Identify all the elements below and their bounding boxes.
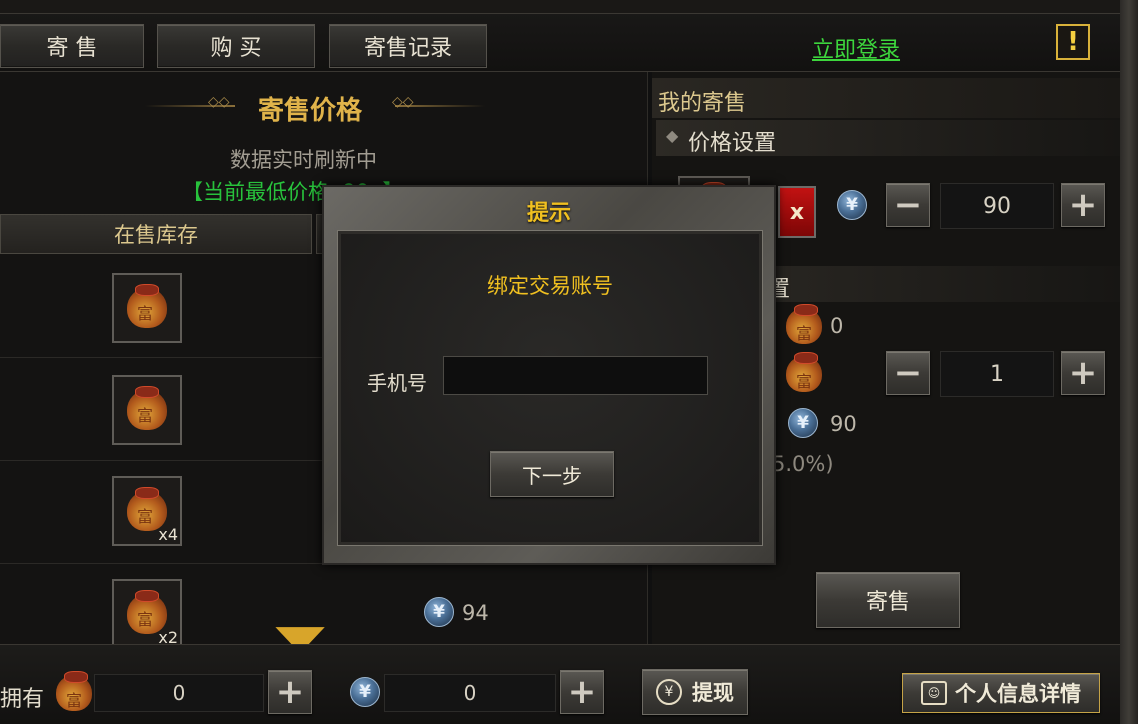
diamond-ornament-left-icon: ◇◇ [208, 94, 230, 110]
withdraw-icon: ¥ [656, 679, 682, 705]
person-card-icon: ☺ [921, 681, 947, 705]
sell-button-label: 寄售 [865, 590, 910, 615]
modal-body: 绑定交易账号 手机号 下一步 [337, 230, 763, 546]
my-sale-header: 我的寄售 [652, 78, 1120, 118]
sell-button[interactable]: 寄售 [816, 572, 960, 628]
top-strip [0, 0, 1138, 14]
price-plus-button[interactable]: + [1061, 183, 1105, 227]
modal-dialog: 提示 绑定交易账号 手机号 下一步 [322, 185, 776, 565]
stock-column-header: 在售库存 [0, 214, 312, 254]
quantity-minus-button[interactable]: − [886, 351, 930, 395]
tab-buy-label: 购 买 [210, 36, 262, 61]
item-quantity: x4 [158, 525, 178, 544]
quantity-plus-button[interactable]: + [1061, 351, 1105, 395]
next-step-label: 下一步 [522, 463, 582, 488]
yuan-coin-icon: ¥ [837, 190, 867, 220]
remove-item-button[interactable]: x [778, 186, 816, 238]
price-input[interactable]: 90 [940, 183, 1054, 229]
refresh-text: 数据实时刷新中 [230, 148, 377, 172]
lucky-bag-icon [127, 386, 167, 430]
coin-balance: 0 [384, 674, 556, 712]
login-link[interactable]: 立即登录 [812, 32, 900, 64]
item-slot [112, 273, 182, 343]
item-slot [112, 375, 182, 445]
fee-text: 5.0%) [772, 452, 834, 476]
diamond-bullet-icon: ◆ [666, 126, 679, 145]
left-panel-title: 寄售价格 [258, 96, 363, 126]
tab-consign[interactable]: 寄 售 [0, 24, 144, 68]
own-label: 拥有 [0, 687, 45, 712]
next-step-button[interactable]: 下一步 [490, 451, 614, 497]
lucky-bag-icon [127, 284, 167, 328]
total-value: 90 [830, 412, 857, 436]
alert-button[interactable]: ! [1056, 24, 1090, 60]
yuan-coin-icon: ¥ [788, 408, 818, 438]
item-quantity: x2 [158, 628, 178, 644]
personal-info-label: 个人信息详情 [955, 682, 1081, 706]
item-slot: x4 [112, 476, 182, 546]
exclamation-icon: ! [1067, 27, 1079, 57]
tab-bar: 寄 售 购 买 寄售记录 立即登录 ! [0, 14, 1120, 72]
bag-balance: 0 [94, 674, 264, 712]
modal-heading: 绑定交易账号 [487, 274, 613, 298]
price-setting-title: 价格设置 [688, 131, 777, 156]
close-icon: x [789, 199, 805, 225]
tab-buy[interactable]: 购 买 [157, 24, 315, 68]
quantity-input[interactable]: 1 [940, 351, 1054, 397]
withdraw-button[interactable]: ¥ 提现 [642, 669, 748, 715]
modal-title: 提示 [526, 201, 571, 226]
lucky-bag-icon [786, 304, 822, 344]
price-setting-header: ◆ 价格设置 [656, 120, 1120, 156]
yuan-coin-icon: ¥ [350, 677, 380, 707]
right-frame [1120, 0, 1138, 724]
lucky-bag-icon [56, 671, 92, 711]
tab-consign-records-label: 寄售记录 [363, 36, 452, 61]
owned-count: 0 [830, 314, 844, 338]
phone-input[interactable] [443, 356, 708, 395]
item-slot: x2 [112, 579, 182, 644]
bottom-bar: 拥有 0 + ¥ 0 + ¥ 提现 ☺ 个人信息详情 [0, 644, 1120, 724]
diamond-ornament-right-icon: ◇◇ [392, 94, 414, 110]
lucky-bag-icon [786, 352, 822, 392]
withdraw-label: 提现 [692, 681, 734, 705]
add-bag-button[interactable]: + [268, 670, 312, 714]
price-minus-button[interactable]: − [886, 183, 930, 227]
tab-consign-label: 寄 售 [46, 36, 98, 61]
personal-info-button[interactable]: ☺ 个人信息详情 [902, 673, 1100, 713]
item-price: 94 [462, 601, 489, 625]
yuan-coin-icon: ¥ [424, 597, 454, 627]
stock-column-label: 在售库存 [114, 223, 198, 247]
add-coin-button[interactable]: + [560, 670, 604, 714]
my-sale-title: 我的寄售 [658, 91, 747, 116]
phone-label: 手机号 [367, 371, 427, 395]
tab-consign-records[interactable]: 寄售记录 [329, 24, 487, 68]
